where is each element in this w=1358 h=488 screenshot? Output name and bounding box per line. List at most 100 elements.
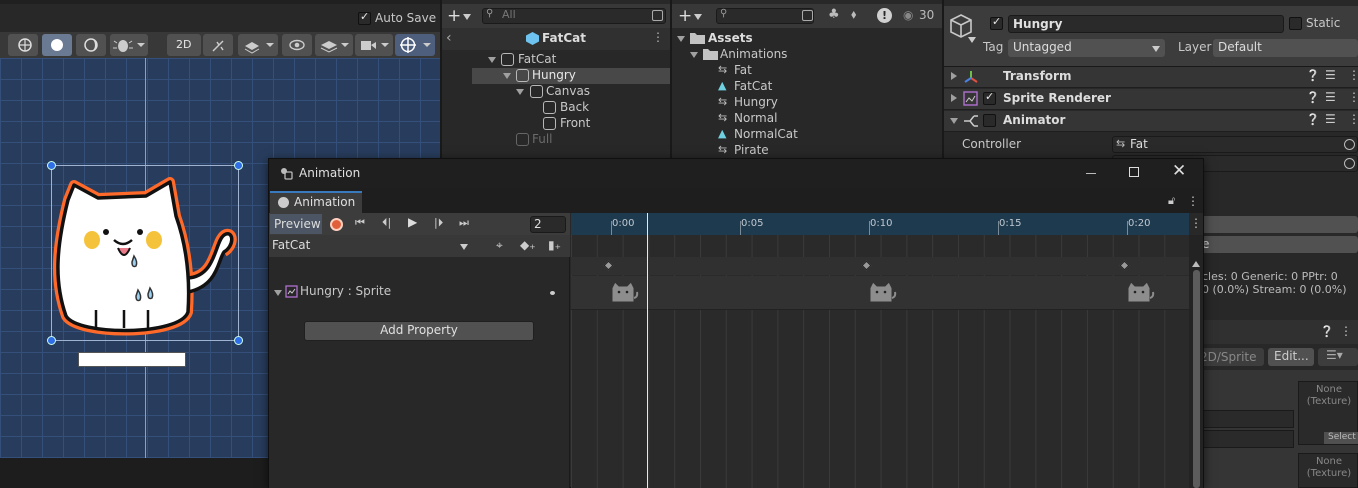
- fold-arrow-icon[interactable]: [690, 52, 698, 58]
- scroll-up-arrow[interactable]: [1192, 261, 1200, 267]
- help-icon[interactable]: ❔: [1320, 325, 1334, 338]
- project-add-button[interactable]: +: [678, 6, 692, 26]
- fold-arrow-icon[interactable]: [677, 36, 685, 42]
- project-file-fatcat[interactable]: FatCat: [734, 79, 772, 93]
- add-event-icon[interactable]: ▮₊: [548, 238, 561, 252]
- animation-titlebar[interactable]: [269, 159, 1203, 188]
- hierarchy-item-canvas[interactable]: Canvas: [546, 84, 590, 98]
- preset-sliders-icon[interactable]: ☰: [1325, 112, 1336, 126]
- close-icon[interactable]: ✕: [1172, 161, 1186, 181]
- more-options-icon[interactable]: ⋮: [1348, 90, 1358, 104]
- scrollbar-thumb[interactable]: [1193, 270, 1200, 488]
- shader-options-button[interactable]: ☰▾: [1318, 348, 1358, 366]
- play-icon[interactable]: ▶: [408, 215, 417, 229]
- static-checkbox[interactable]: [1289, 17, 1302, 30]
- search-options-icon[interactable]: [802, 10, 813, 21]
- shading-moon-button[interactable]: [76, 34, 106, 56]
- visibility-eye-icon[interactable]: ◉: [903, 8, 913, 22]
- object-picker-icon[interactable]: [1344, 139, 1355, 150]
- project-file-normalcat[interactable]: NormalCat: [734, 127, 798, 141]
- more-options-icon[interactable]: ⋮: [1340, 324, 1352, 338]
- hidden-objects-button[interactable]: [282, 34, 312, 56]
- back-chevron-icon[interactable]: ‹: [446, 30, 452, 46]
- property-field[interactable]: [1200, 410, 1294, 428]
- lock-icon[interactable]: 🔓︎: [1168, 194, 1175, 208]
- help-icon[interactable]: ❔: [1306, 113, 1320, 126]
- debug-bug-button[interactable]: [110, 34, 148, 56]
- more-options-icon[interactable]: ⋮: [1190, 216, 1202, 230]
- project-file-pirate[interactable]: Pirate: [734, 143, 769, 157]
- hierarchy-item-front[interactable]: Front: [560, 116, 590, 130]
- fold-arrow-icon[interactable]: [950, 118, 958, 124]
- property-label[interactable]: Hungry : Sprite: [300, 284, 391, 298]
- toggle-gizmo-button[interactable]: [8, 34, 38, 56]
- fold-arrow-icon[interactable]: [503, 73, 511, 79]
- more-options-icon[interactable]: ⋮: [1348, 68, 1358, 82]
- chevron-down-icon[interactable]: [460, 244, 468, 250]
- sprite-keyframe-thumb[interactable]: [1125, 280, 1155, 306]
- gizmos-button[interactable]: [395, 34, 435, 56]
- hierarchy-add-button[interactable]: +: [447, 6, 461, 26]
- active-checkbox[interactable]: [990, 15, 1003, 30]
- project-file-normal[interactable]: Normal: [734, 111, 777, 125]
- hierarchy-item-fatcat[interactable]: FatCat: [518, 52, 556, 66]
- animator-enabled-checkbox[interactable]: [983, 114, 996, 127]
- project-root-folder[interactable]: Assets: [708, 31, 753, 45]
- rect-handle-bl[interactable]: [47, 336, 56, 345]
- fold-arrow-icon[interactable]: [951, 94, 957, 102]
- 2d-toggle-button[interactable]: 2D: [167, 34, 201, 56]
- filter-label-icon[interactable]: ⬧: [851, 7, 856, 22]
- clip-name[interactable]: FatCat: [272, 238, 310, 252]
- first-keyframe-icon[interactable]: ⏮: [355, 216, 365, 230]
- more-options-icon[interactable]: ⋮: [1348, 112, 1358, 126]
- icon-dropdown-arrow[interactable]: [968, 37, 976, 43]
- record-button[interactable]: [330, 218, 343, 231]
- add-keyframe-icon[interactable]: ◆₊: [520, 238, 536, 252]
- hierarchy-item-back[interactable]: Back: [560, 100, 589, 114]
- fold-arrow-icon[interactable]: [488, 57, 496, 63]
- preset-sliders-icon[interactable]: ☰: [1325, 90, 1336, 104]
- auto-save-checkbox[interactable]: [358, 10, 371, 25]
- next-keyframe-icon[interactable]: |⏵︎: [434, 216, 443, 230]
- lighting-toggle-button[interactable]: [203, 34, 233, 56]
- hierarchy-item-hungry[interactable]: Hungry: [532, 68, 576, 82]
- update-mode-dropdown[interactable]: [1200, 216, 1358, 233]
- prev-keyframe-icon[interactable]: ⏴︎|: [382, 216, 391, 230]
- rect-handle-tl[interactable]: [47, 161, 56, 170]
- filter-type-icon[interactable]: ♣: [828, 7, 840, 22]
- camera-button[interactable]: [355, 34, 393, 56]
- property-field[interactable]: [1200, 430, 1294, 448]
- controller-field[interactable]: [1112, 136, 1358, 153]
- hierarchy-item-full[interactable]: Full: [532, 132, 553, 146]
- sprite-keyframe-thumb[interactable]: [609, 280, 639, 306]
- help-icon[interactable]: ❔: [1306, 91, 1320, 104]
- search-options-icon[interactable]: [652, 10, 663, 21]
- effects-button[interactable]: [238, 34, 278, 56]
- more-options-icon[interactable]: ⋮: [652, 30, 664, 44]
- more-options-icon[interactable]: ⋮: [1187, 194, 1199, 208]
- property-options-dot[interactable]: [550, 291, 555, 295]
- fold-arrow-icon[interactable]: [951, 72, 957, 80]
- minimize-button[interactable]: [1086, 173, 1096, 174]
- preset-sliders-icon[interactable]: ☰: [1325, 68, 1336, 82]
- culling-mode-dropdown[interactable]: [1200, 236, 1358, 253]
- sprite-keyframe-thumb[interactable]: [867, 280, 897, 306]
- shading-solid-button[interactable]: [42, 34, 72, 56]
- help-icon[interactable]: ❔: [1306, 69, 1320, 82]
- project-animations-folder[interactable]: Animations: [720, 47, 787, 61]
- project-search-input[interactable]: [716, 8, 814, 24]
- layers-button[interactable]: [315, 34, 353, 56]
- project-file-hungry[interactable]: Hungry: [734, 95, 778, 109]
- filter-by-selection-icon[interactable]: ⌖: [496, 238, 503, 253]
- sprite-renderer-enabled-checkbox[interactable]: [983, 90, 996, 105]
- object-picker-icon[interactable]: [1344, 158, 1355, 169]
- maximize-button[interactable]: [1129, 167, 1139, 177]
- warning-icon[interactable]: !: [877, 8, 892, 23]
- sprite-rect-outline[interactable]: [51, 165, 239, 341]
- rect-handle-tr[interactable]: [234, 161, 243, 170]
- playhead[interactable]: [647, 213, 648, 488]
- project-file-fat[interactable]: Fat: [734, 63, 752, 77]
- rect-handle-br[interactable]: [234, 336, 243, 345]
- fold-arrow-icon[interactable]: [516, 89, 524, 95]
- fold-arrow-icon[interactable]: [274, 290, 282, 296]
